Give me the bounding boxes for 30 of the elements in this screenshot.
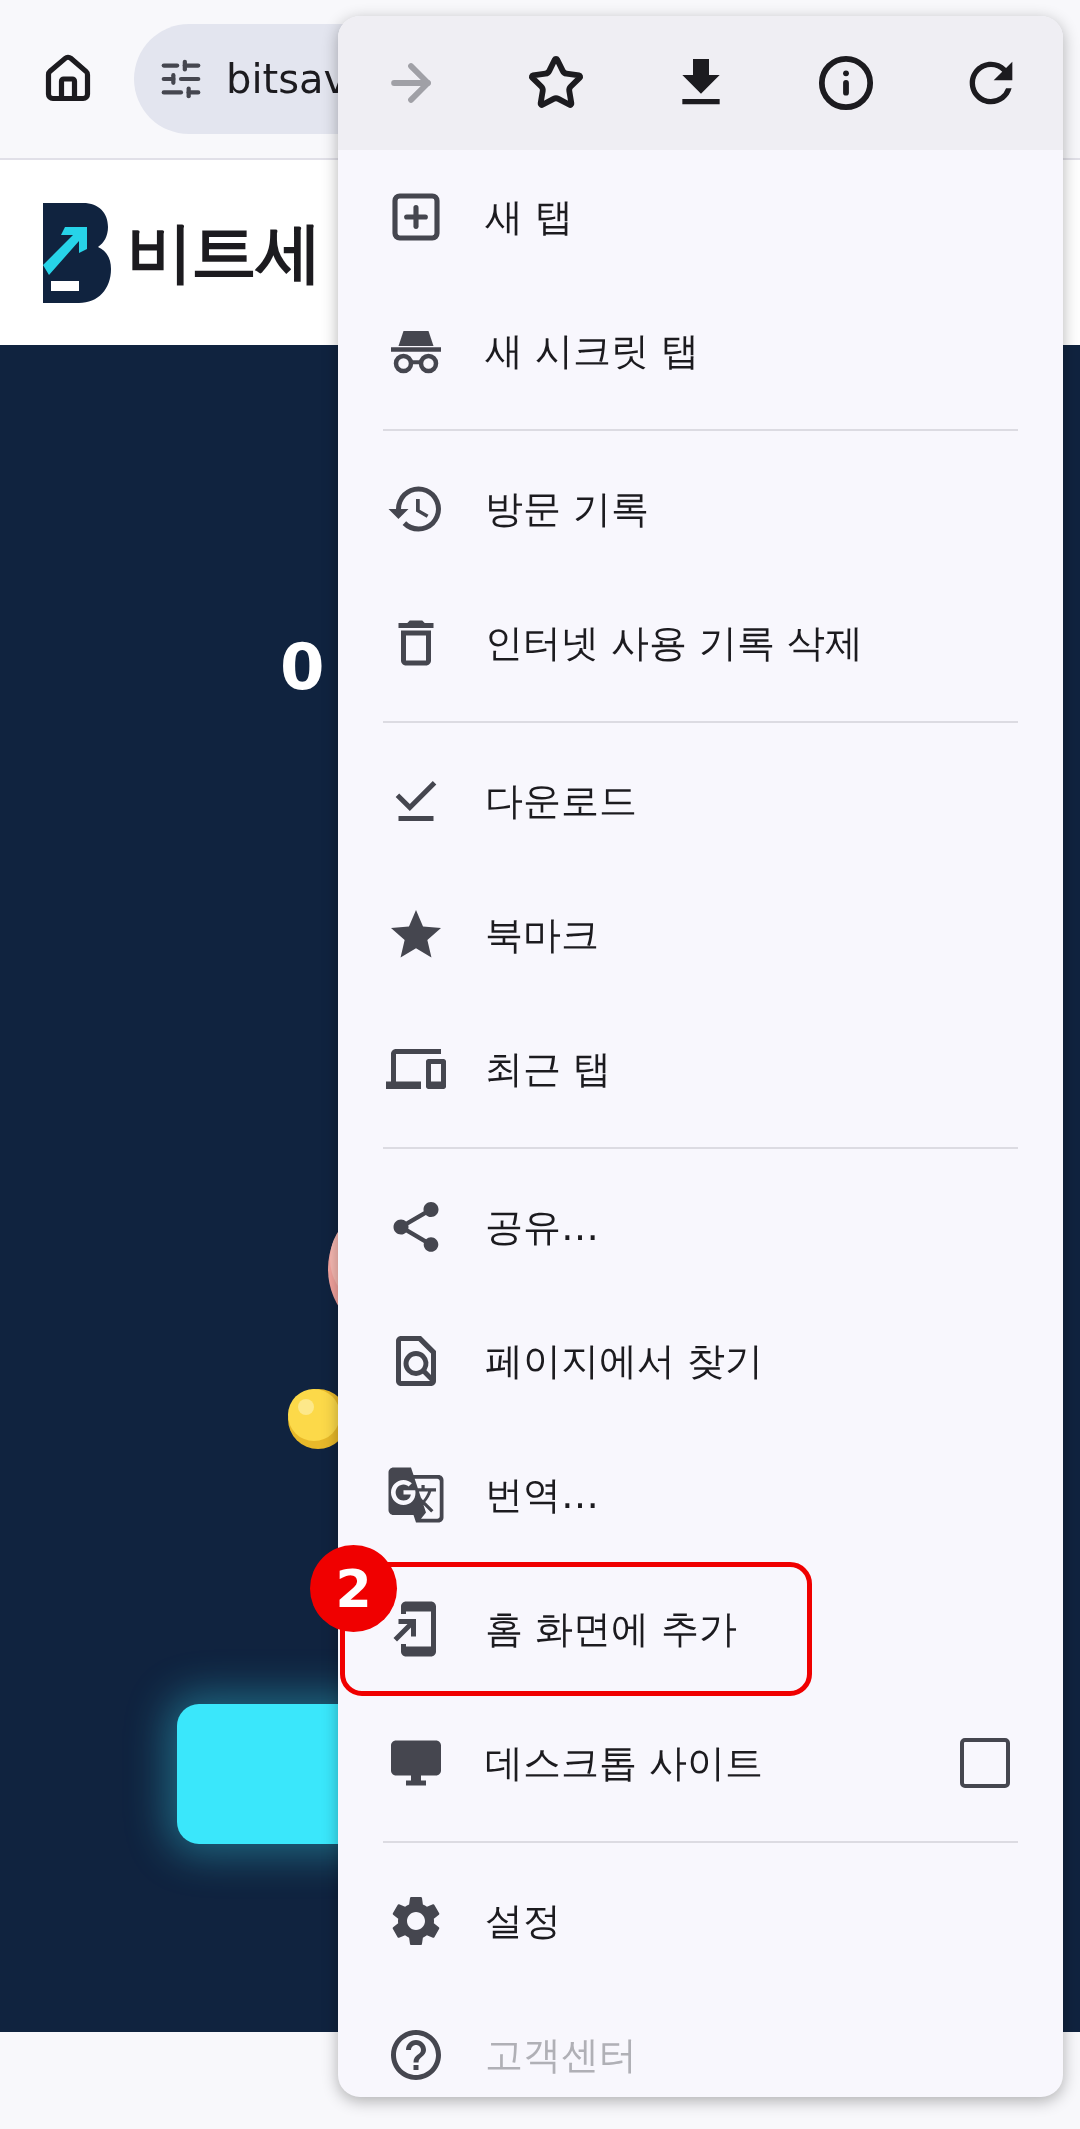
menu-item[interactable]: 설정 — [338, 1854, 1063, 1988]
menu-item-label: 인터넷 사용 기록 삭제 — [485, 619, 864, 667]
menu-item-label: 데스크톱 사이트 — [485, 1739, 764, 1787]
menu-item-label: 고객센터 — [485, 2031, 637, 2079]
logo-text: 비트세 — [127, 213, 321, 293]
menu-item-label: 페이지에서 찾기 — [485, 1337, 764, 1385]
menu-item[interactable]: 최근 탭 — [338, 1002, 1063, 1136]
menu-item-label: 다운로드 — [485, 777, 637, 825]
menu-item-label: 설정 — [485, 1897, 561, 1945]
menu-item-label: 홈 화면에 추가 — [485, 1605, 738, 1653]
menu-item[interactable]: 북마크 — [338, 868, 1063, 1002]
menu-item-label: 새 탭 — [485, 193, 574, 241]
menu-item-label: 최근 탭 — [485, 1045, 612, 1093]
checkbox[interactable] — [960, 1738, 1010, 1788]
translate-icon — [386, 1465, 446, 1525]
menu-item[interactable]: 새 시크릿 탭 — [338, 284, 1063, 418]
menu-item-label: 새 시크릿 탭 — [485, 327, 700, 375]
hero-heading: 0 — [280, 635, 325, 699]
menu-item[interactable]: 공유… — [338, 1160, 1063, 1294]
menu-item[interactable]: 새 탭 — [338, 150, 1063, 284]
logo-icon — [43, 202, 111, 303]
menu-item-label: 방문 기록 — [485, 485, 650, 533]
menu-item-label: 번역… — [485, 1471, 599, 1519]
menu-item[interactable]: 페이지에서 찾기 — [338, 1294, 1063, 1428]
menu-item-label: 공유… — [485, 1203, 599, 1251]
menu-item[interactable]: 방문 기록 — [338, 442, 1063, 576]
menu-item[interactable]: 다운로드 — [338, 734, 1063, 868]
menu-item[interactable]: 인터넷 사용 기록 삭제 — [338, 576, 1063, 710]
menu-item[interactable]: 데스크톱 사이트 — [338, 1696, 1063, 1830]
menu-item-label: 북마크 — [485, 911, 599, 959]
